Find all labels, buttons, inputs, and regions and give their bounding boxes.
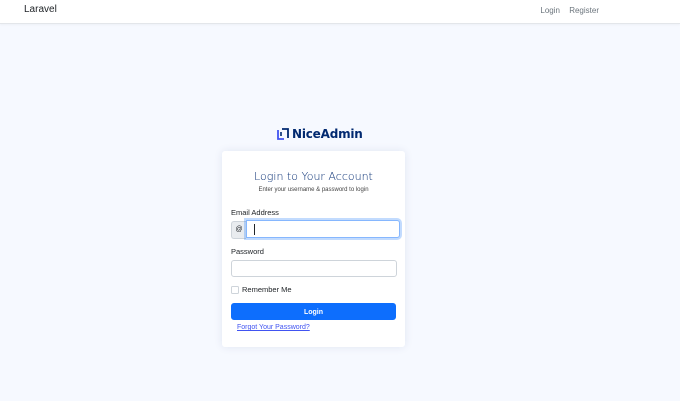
text-cursor <box>254 224 255 235</box>
nav-login-link[interactable]: Login <box>540 6 560 15</box>
forgot-password-link[interactable]: Forgot Your Password? <box>237 324 310 331</box>
login-title: Login to Your Account <box>254 170 373 183</box>
password-label: Password <box>231 247 264 256</box>
login-card: Login to Your Account Enter your usernam… <box>222 151 405 347</box>
password-input[interactable] <box>231 260 397 277</box>
niceadmin-logo-icon <box>277 128 289 140</box>
login-button[interactable]: Login <box>231 303 396 320</box>
remember-me-checkbox[interactable] <box>231 285 239 294</box>
login-subtitle: Enter your username & password to login <box>258 187 369 193</box>
navbar-links: Login Register <box>533 6 599 15</box>
navbar-brand-link[interactable]: Laravel <box>24 4 57 15</box>
top-navbar: Laravel Login Register <box>0 0 680 24</box>
nav-register-link[interactable]: Register <box>569 6 599 15</box>
app-logo[interactable]: NiceAdmin <box>277 127 363 141</box>
email-input[interactable] <box>246 220 400 238</box>
email-label: Email Address <box>231 208 279 217</box>
remember-me-label[interactable]: Remember Me <box>242 285 292 294</box>
at-sign-icon: @ <box>231 221 246 239</box>
logo-text: NiceAdmin <box>292 127 363 141</box>
remember-me-row[interactable]: Remember Me <box>231 285 292 294</box>
email-input-group: @ <box>231 220 400 239</box>
